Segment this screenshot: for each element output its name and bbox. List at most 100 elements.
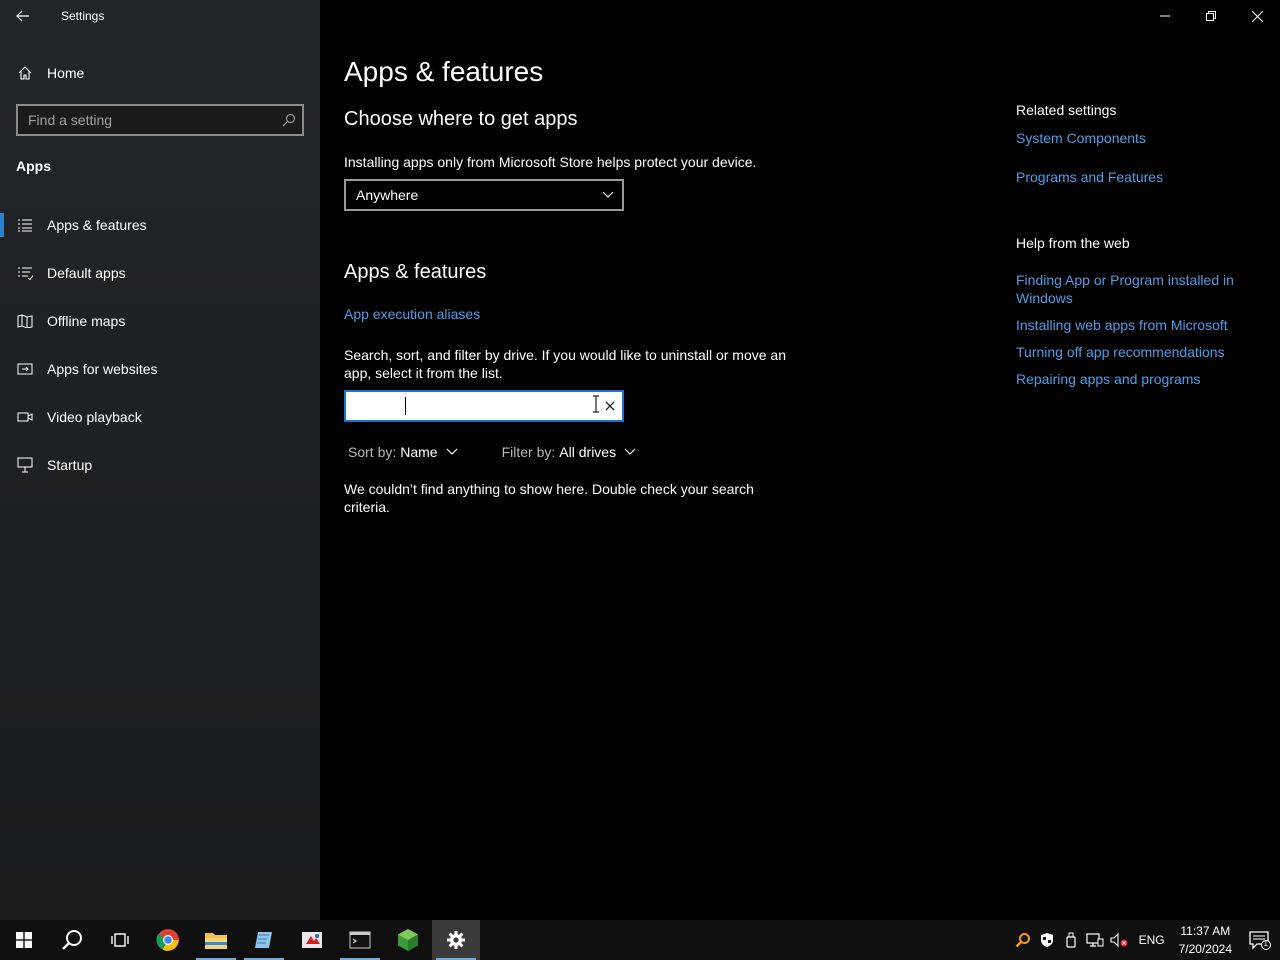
choose-apps-heading: Choose where to get apps xyxy=(344,108,578,130)
paint-taskbar-button[interactable] xyxy=(288,920,336,960)
app-source-dropdown[interactable]: Anywhere xyxy=(344,179,624,211)
apps-features-heading: Apps & features xyxy=(344,261,487,283)
nav-home[interactable]: Home xyxy=(0,56,320,90)
action-center-button[interactable]: 1 xyxy=(1240,920,1280,960)
sidebar-section-heading: Apps xyxy=(16,158,51,174)
sidebar-item-label: Apps for websites xyxy=(47,361,158,377)
sidebar-nav: Apps & features Default apps Offline map… xyxy=(0,201,320,489)
close-icon xyxy=(1251,10,1263,22)
window-title: Settings xyxy=(61,9,105,23)
find-setting-input[interactable] xyxy=(18,112,276,128)
task-view-icon xyxy=(111,933,129,947)
search-icon[interactable] xyxy=(276,113,302,127)
sort-label: Sort by: xyxy=(348,444,397,460)
folder-icon xyxy=(205,933,227,949)
open-in-app-icon xyxy=(16,362,34,376)
ibeam-cursor-icon xyxy=(592,395,600,418)
sidebar-item-label: Video playback xyxy=(47,409,142,425)
help-link-installing-web-apps[interactable]: Installing web apps from Microsoft xyxy=(1016,316,1256,334)
empty-results-message: We couldn’t find anything to show here. … xyxy=(344,481,754,515)
help-link-finding-app[interactable]: Finding App or Program installed in Wind… xyxy=(1016,271,1256,307)
sidebar-item-apps-features[interactable]: Apps & features xyxy=(0,201,320,249)
gear-icon xyxy=(447,931,465,949)
filter-label: Filter by: xyxy=(501,444,556,460)
help-link-repairing-apps[interactable]: Repairing apps and programs xyxy=(1016,370,1256,388)
sidebar-item-label: Offline maps xyxy=(47,313,126,329)
clock[interactable]: 11:37 AM 7/20/2024 xyxy=(1179,922,1232,958)
related-settings-heading: Related settings xyxy=(1016,102,1117,118)
back-button[interactable] xyxy=(0,0,46,32)
sidebar-item-video-playback[interactable]: Video playback xyxy=(0,393,320,441)
volume-muted-icon[interactable] xyxy=(1107,920,1131,960)
app-search-box[interactable] xyxy=(344,390,624,422)
terminal-icon xyxy=(349,931,371,949)
usb-device-icon[interactable] xyxy=(1059,920,1083,960)
restore-icon xyxy=(1206,11,1216,21)
sidebar-item-label: Apps & features xyxy=(47,217,147,233)
window-controls xyxy=(1142,0,1280,32)
nav-home-label: Home xyxy=(47,65,85,81)
sidebar-item-offline-maps[interactable]: Offline maps xyxy=(0,297,320,345)
sort-value: Name xyxy=(400,444,438,460)
tray-search-icon[interactable] xyxy=(1011,920,1035,960)
close-button[interactable] xyxy=(1234,0,1280,32)
video-icon xyxy=(16,411,34,423)
find-setting-search[interactable] xyxy=(16,104,304,136)
taskbar: ENG 11:37 AM 7/20/2024 1 xyxy=(0,920,1280,960)
default-apps-icon xyxy=(16,266,34,280)
app-execution-aliases-link[interactable]: App execution aliases xyxy=(344,306,480,322)
sort-dropdown[interactable]: Sort by: Name xyxy=(348,444,458,460)
help-web-heading: Help from the web xyxy=(1016,235,1130,251)
task-view-button[interactable] xyxy=(96,920,144,960)
startup-icon xyxy=(16,457,34,473)
chrome-icon xyxy=(156,929,179,951)
start-button[interactable] xyxy=(0,920,48,960)
terminal-taskbar-button[interactable] xyxy=(336,920,384,960)
filter-value: All drives xyxy=(559,444,617,460)
back-arrow-icon xyxy=(16,10,29,22)
notepad-taskbar-button[interactable] xyxy=(240,920,288,960)
programs-features-link[interactable]: Programs and Features xyxy=(1016,168,1256,186)
chevron-down-icon xyxy=(624,448,636,456)
help-link-app-recommendations[interactable]: Turning off app recommendations xyxy=(1016,343,1256,361)
security-shield-icon[interactable] xyxy=(1035,920,1059,960)
sidebar-item-startup[interactable]: Startup xyxy=(0,441,320,489)
filter-dropdown[interactable]: Filter by: All drives xyxy=(502,444,636,460)
chrome-taskbar-button[interactable] xyxy=(144,920,192,960)
sidebar-item-apps-for-websites[interactable]: Apps for websites xyxy=(0,345,320,393)
search-description: Search, sort, and filter by drive. If yo… xyxy=(344,347,786,381)
minimize-icon xyxy=(1160,15,1170,17)
sort-filter-row: Sort by: Name Filter by: All drives xyxy=(348,444,636,460)
file-explorer-taskbar-button[interactable] xyxy=(192,920,240,960)
choose-apps-description: Installing apps only from Microsoft Stor… xyxy=(344,154,757,170)
notification-count: 1 xyxy=(1263,939,1268,948)
restore-button[interactable] xyxy=(1188,0,1234,32)
apps-list-icon xyxy=(16,218,34,232)
language-indicator[interactable]: ENG xyxy=(1139,933,1165,947)
search-icon xyxy=(62,930,82,950)
sidebar: Settings Home Apps Apps & features Defau… xyxy=(0,0,320,920)
text-caret xyxy=(405,397,406,415)
system-components-link[interactable]: System Components xyxy=(1016,129,1256,147)
page-title: Apps & features xyxy=(344,56,544,87)
green-app-taskbar-button[interactable] xyxy=(384,920,432,960)
title-bar: Settings xyxy=(0,0,320,32)
taskbar-search-button[interactable] xyxy=(48,920,96,960)
sidebar-item-label: Startup xyxy=(47,457,93,473)
network-icon[interactable] xyxy=(1083,920,1107,960)
home-icon xyxy=(16,65,34,81)
clock-date: 7/20/2024 xyxy=(1178,942,1232,956)
sidebar-item-default-apps[interactable]: Default apps xyxy=(0,249,320,297)
system-tray: ENG 11:37 AM 7/20/2024 1 xyxy=(1011,920,1280,960)
chevron-down-icon xyxy=(446,448,458,456)
clock-time: 11:37 AM xyxy=(1180,924,1231,938)
green-cube-icon xyxy=(398,929,418,951)
settings-taskbar-button[interactable] xyxy=(432,920,480,960)
sidebar-item-label: Default apps xyxy=(47,265,126,281)
minimize-button[interactable] xyxy=(1142,0,1188,32)
chevron-down-icon xyxy=(602,191,614,198)
notepad-icon xyxy=(255,932,272,948)
map-icon xyxy=(16,314,34,328)
clear-search-icon[interactable] xyxy=(604,399,616,417)
app-source-value: Anywhere xyxy=(356,187,419,203)
